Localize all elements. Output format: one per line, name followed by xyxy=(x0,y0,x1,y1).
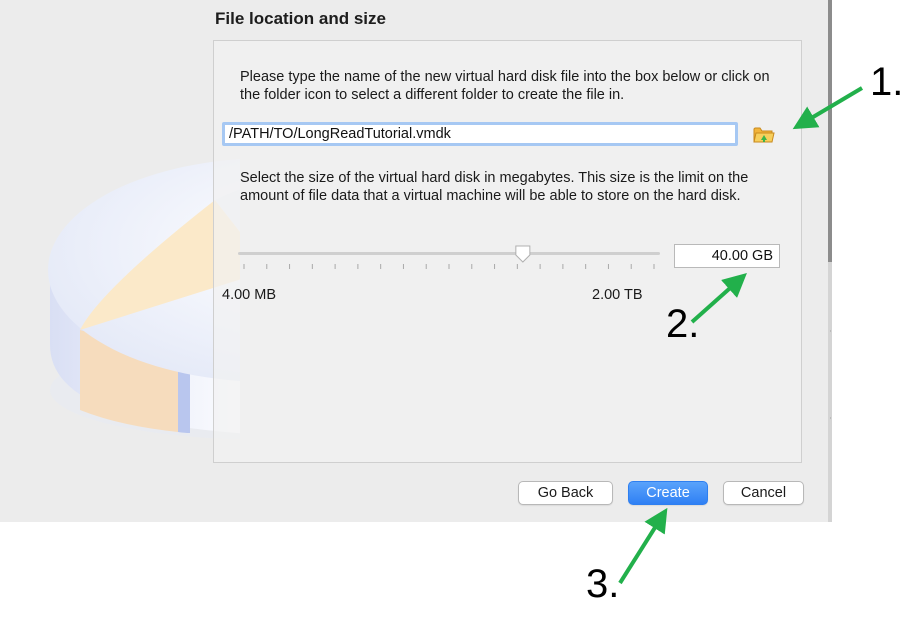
annotation-arrow-1 xyxy=(792,86,864,130)
annotation-arrow-3 xyxy=(618,507,668,585)
annotation-label-3: 3. xyxy=(586,562,620,606)
annotation-arrows xyxy=(618,86,864,585)
annotation-label-1: 1. xyxy=(870,60,904,104)
annotation-label-2: 2. xyxy=(666,302,700,346)
